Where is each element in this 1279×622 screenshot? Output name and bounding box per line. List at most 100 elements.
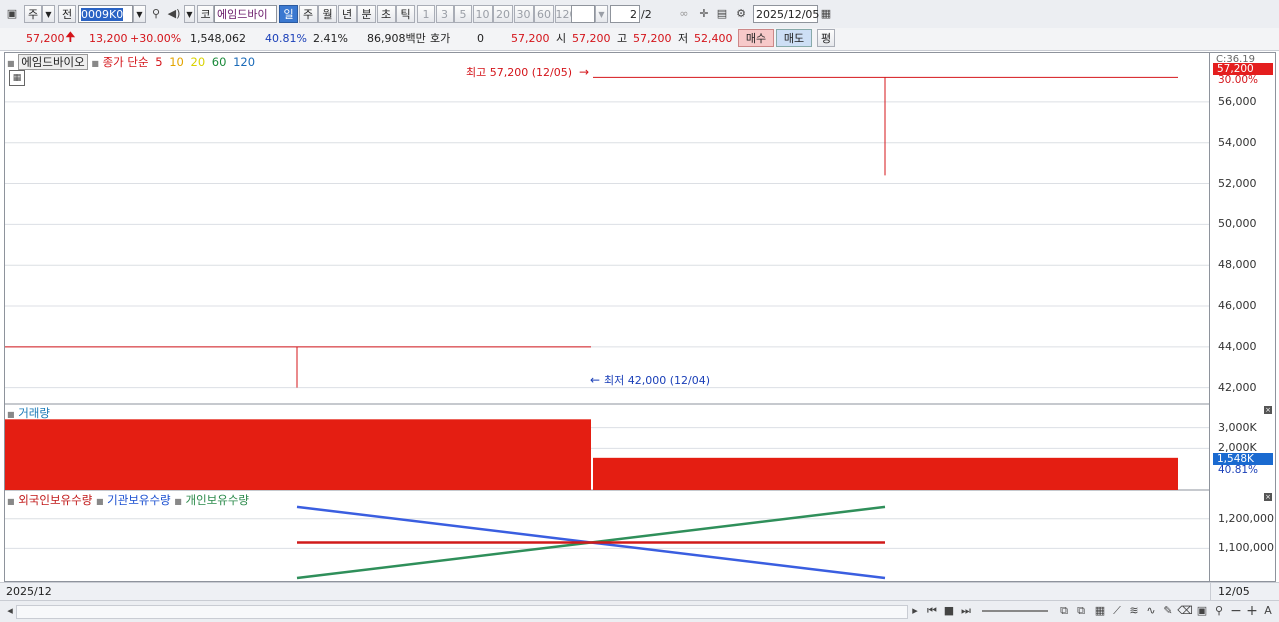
zoom-fit-icon[interactable]: A	[1260, 603, 1276, 619]
trend-line-icon[interactable]: ⟋	[1109, 603, 1125, 619]
market-button[interactable]: 주	[24, 5, 42, 23]
date-input[interactable]: 2025/12/05	[753, 5, 819, 23]
scroll-right-icon[interactable]: ▸	[907, 603, 923, 619]
hoga-price: 57,200	[511, 32, 550, 45]
calendar-icon[interactable]: ▦	[818, 6, 834, 22]
price-tick-label: 44,000	[1218, 339, 1257, 353]
holding-legend-0[interactable]: 외국인보유수량	[15, 493, 96, 507]
grid-icon[interactable]: ▦	[1092, 603, 1108, 619]
page-current-input[interactable]: 2	[610, 5, 640, 23]
speaker-icon[interactable]: ◀)	[166, 6, 182, 22]
panel-close-icon[interactable]: ×	[1264, 406, 1272, 414]
legend-marker-icon: ■	[7, 410, 15, 419]
interval-10-button[interactable]: 10	[472, 5, 493, 23]
mode-button[interactable]: 코	[197, 5, 214, 23]
all-button[interactable]: 전	[58, 5, 76, 23]
period-4-button[interactable]: 분	[357, 5, 376, 23]
table-icon[interactable]: ▦	[9, 70, 25, 86]
high-price: 57,200	[633, 32, 672, 45]
interval-60-button[interactable]: 60	[534, 5, 554, 23]
open-price: 57,200	[572, 32, 611, 45]
holding-legend-1[interactable]: 기관보유수량	[104, 493, 175, 507]
holding-tick-label: 1,200,000	[1218, 511, 1274, 525]
volume-tick-label: 3,000K	[1218, 420, 1257, 434]
pen-icon[interactable]: ✎	[1160, 603, 1176, 619]
holding-tick-label: 1,100,000	[1218, 541, 1274, 555]
stop-icon[interactable]: ■	[941, 603, 957, 619]
code-dropdown[interactable]: ▼	[133, 5, 146, 23]
period-5-button[interactable]: 초	[376, 5, 396, 23]
period-1-button[interactable]: 주	[298, 5, 318, 23]
rewind-icon[interactable]: ⏮	[924, 603, 940, 619]
interval-1-button[interactable]: 1	[417, 5, 435, 23]
legend-marker-icon: ■	[174, 497, 182, 506]
speaker-dropdown[interactable]: ▼	[184, 5, 195, 23]
volume-legend: ■ 거래량	[7, 405, 50, 421]
forward-icon[interactable]: ⏭	[958, 603, 974, 619]
holding-legend-2[interactable]: 개인보유수량	[182, 493, 250, 507]
low-label: 저	[678, 32, 689, 45]
page-total: /2	[641, 8, 652, 21]
volume-title[interactable]: 거래량	[18, 406, 50, 420]
custom-interval-input[interactable]	[571, 5, 595, 23]
sell-button[interactable]: 매도	[776, 29, 812, 47]
eval-button[interactable]: 평	[817, 29, 835, 47]
wave-icon[interactable]: ∿	[1143, 603, 1159, 619]
change-amount: 13,200	[89, 32, 128, 45]
legend-marker-icon: ■	[91, 59, 99, 68]
zoom-out-icon[interactable]: −	[1228, 603, 1244, 619]
pattern-icon[interactable]: ≋	[1126, 603, 1142, 619]
gear-icon[interactable]: ⚙	[733, 6, 749, 22]
copy-icon[interactable]: ⧉	[1073, 603, 1089, 619]
ma-20-label[interactable]: 20	[187, 55, 205, 69]
chart-area[interactable]: ■ 에임드바이오 ■ 종가 단순 5 10 20 60 120 ▦ 최고 57,…	[4, 52, 1210, 582]
stock-code-input[interactable]: 0009K0	[78, 5, 133, 23]
stock-name-field: 에임드바이	[214, 5, 277, 23]
period-2-button[interactable]: 월	[318, 5, 337, 23]
period-3-button[interactable]: 년	[337, 5, 357, 23]
high-note: 최고 57,200 (12/05)	[466, 66, 573, 79]
volume-pct-label: 40.81%	[1218, 464, 1259, 476]
high-arrow-icon: →	[579, 65, 590, 79]
volume-value: 1,548,062	[190, 32, 246, 45]
eraser-icon[interactable]: ⌫	[1177, 603, 1193, 619]
date-axis-left: 2025/12	[6, 585, 52, 598]
interval-30-button[interactable]: 30	[513, 5, 534, 23]
market-dropdown[interactable]: ▼	[42, 5, 55, 23]
price-tick-label: 52,000	[1218, 176, 1257, 190]
low-arrow-icon: ←	[590, 373, 601, 387]
volume-bar	[593, 457, 1178, 490]
custom-interval-dropdown[interactable]: ▼	[595, 5, 608, 23]
search-icon[interactable]: ⚲	[148, 6, 164, 22]
main-toolbar: ▣ 주 ▼ 전 0009K0 ▼ ⚲ ◀) ▼ 코 에임드바이 일주월년분초틱 …	[0, 0, 1279, 29]
zoom-in-icon[interactable]: +	[1244, 603, 1260, 619]
ma-60-label[interactable]: 60	[208, 55, 227, 69]
binoculars-icon[interactable]: ∞	[676, 6, 692, 22]
zoom-icon[interactable]: ⚲	[1211, 603, 1227, 619]
ma-10-label[interactable]: 10	[166, 55, 184, 69]
buy-button[interactable]: 매수	[738, 29, 774, 47]
ma-5-label[interactable]: 5	[155, 55, 162, 69]
image-icon[interactable]: ▣	[1194, 603, 1210, 619]
save-icon[interactable]: ▤	[714, 6, 730, 22]
ma-legend-list: 5 10 20 60 120	[152, 55, 255, 69]
interval-3-button[interactable]: 3	[435, 5, 454, 23]
price-axis[interactable]: C:36.19 57,200 30.00% 56,000 54,000 52,000…	[1210, 52, 1276, 582]
legend-stock-name[interactable]: 에임드바이오	[18, 54, 88, 70]
trade-amount: 86,908백만	[367, 32, 426, 45]
price-tick-label: 50,000	[1218, 217, 1257, 231]
ma-120-label[interactable]: 120	[229, 55, 255, 69]
interval-5-button[interactable]: 5	[454, 5, 472, 23]
legend-ma-type[interactable]: 종가 단순	[103, 55, 149, 69]
zoom-slider[interactable]	[982, 610, 1048, 612]
interval-20-button[interactable]: 20	[493, 5, 513, 23]
period-0-button[interactable]: 일	[279, 5, 298, 23]
period-6-button[interactable]: 틱	[396, 5, 415, 23]
high-label: 고	[617, 32, 628, 45]
panel-close-icon[interactable]: ×	[1264, 493, 1272, 501]
date-axis: 2025/12 12/05	[0, 582, 1279, 601]
crosshair-icon[interactable]: ✛	[696, 6, 712, 22]
window-menu-icon[interactable]: ▣	[4, 6, 20, 22]
layout-icon[interactable]: ⧉	[1056, 603, 1072, 619]
horizontal-scrollbar[interactable]	[16, 605, 908, 619]
